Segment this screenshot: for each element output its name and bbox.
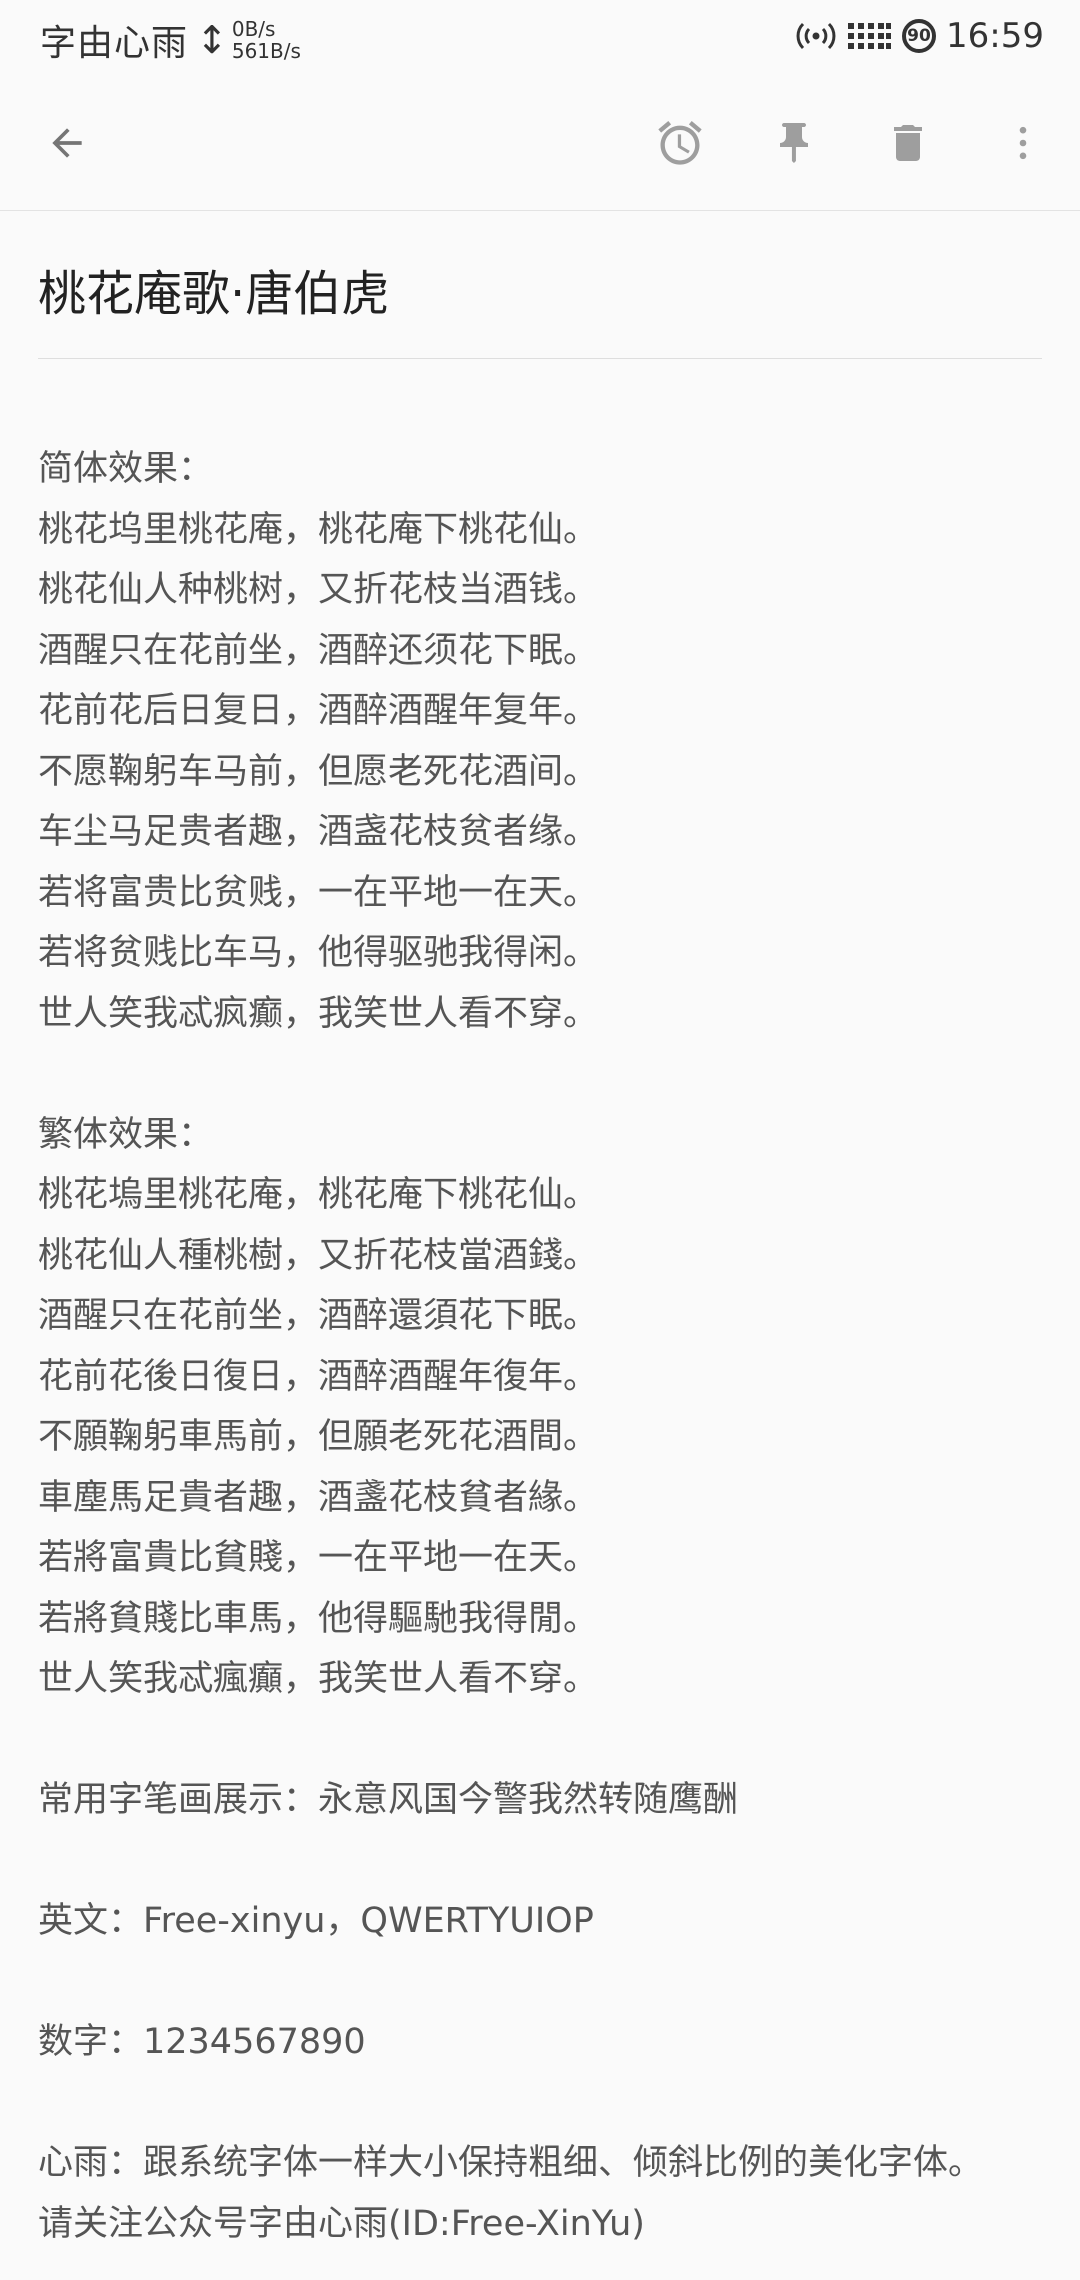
battery-icon: 90 — [902, 19, 937, 53]
status-clock: 16:59 — [946, 16, 1044, 56]
note-toolbar — [0, 80, 1080, 211]
title-divider — [38, 358, 1042, 359]
status-bar: 字由心雨 ↕ 0B/s 561B/s 90 16:59 — [0, 0, 1080, 80]
poem-line: 桃花塢里桃花庵，桃花庵下桃花仙。 — [38, 1175, 599, 1215]
trash-icon — [884, 119, 932, 171]
hotspot-icon — [796, 18, 836, 54]
note-title[interactable]: 桃花庵歌·唐伯虎 — [38, 262, 1042, 326]
status-bar-left: 字由心雨 ↕ 0B/s 561B/s — [40, 14, 301, 66]
poem-line: 若将贫贱比车马，他得驱驰我得闲。 — [38, 933, 599, 973]
poem-line: 世人笑我忒瘋癲，我笑世人看不穿。 — [38, 1659, 599, 1699]
network-activity-icon: ↕ — [196, 18, 228, 62]
poem-line: 若將富貴比貧賤，一在平地一在天。 — [38, 1538, 599, 1578]
english-line: 英文：Free-xinyu，QWERTYUIOP — [38, 1901, 594, 1941]
arrow-left-icon — [45, 121, 89, 169]
poem-line: 桃花坞里桃花庵，桃花庵下桃花仙。 — [38, 509, 599, 550]
more-vertical-icon — [1001, 121, 1045, 169]
carrier-name: 字由心雨 — [40, 23, 189, 64]
footer-line: 请关注公众号字由心雨(ID:Free-XinYu) — [38, 2203, 645, 2244]
simplified-header: 简体效果： — [38, 449, 214, 489]
alarm-clock-icon — [654, 117, 706, 173]
net-up-speed: 0B/s — [231, 17, 276, 41]
status-bar-right: 90 16:59 — [796, 16, 1044, 56]
poem-line: 花前花後日復日，酒醉酒醒年復年。 — [38, 1356, 599, 1397]
poem-line: 桃花仙人種桃樹，又折花枝當酒錢。 — [38, 1235, 599, 1276]
poem-line: 酒醒只在花前坐，酒醉還須花下眠。 — [38, 1296, 599, 1336]
network-speed: 0B/s 561B/s — [232, 18, 301, 62]
poem-line: 車塵馬足貴者趣，酒盞花枝貧者緣。 — [38, 1477, 599, 1518]
poem-line: 花前花后日复日，酒醉酒醒年复年。 — [38, 691, 599, 731]
poem-line: 不愿鞠躬车马前，但愿老死花酒间。 — [38, 751, 599, 792]
poem-line: 若将富贵比贫贱，一在平地一在天。 — [38, 872, 599, 913]
net-down-speed: 561B/s — [231, 39, 301, 63]
back-button[interactable] — [32, 110, 102, 180]
traditional-header: 繁体效果： — [38, 1114, 214, 1155]
strokes-line: 常用字笔画展示：永意风国今警我然转随鹰酬 — [38, 1780, 739, 1820]
digits-line: 数字：1234567890 — [38, 2022, 366, 2062]
poem-line: 车尘马足贵者趣，酒盏花枝贫者缘。 — [38, 812, 599, 852]
reminder-button[interactable] — [645, 110, 715, 180]
note-content: 桃花庵歌·唐伯虎 简体效果： 桃花坞里桃花庵，桃花庵下桃花仙。 桃花仙人种桃树，… — [38, 210, 1042, 2254]
poem-line: 若將貧賤比車馬，他得驅馳我得閒。 — [38, 1598, 599, 1639]
pin-icon — [770, 119, 818, 171]
note-body[interactable]: 简体效果： 桃花坞里桃花庵，桃花庵下桃花仙。 桃花仙人种桃树，又折花枝当酒钱。 … — [38, 439, 1042, 2254]
poem-line: 不願鞠躬車馬前，但願老死花酒間。 — [38, 1417, 599, 1457]
signal-dots-icon — [846, 18, 892, 54]
poem-line: 酒醒只在花前坐，酒醉还须花下眠。 — [38, 630, 599, 671]
poem-line: 桃花仙人种桃树，又折花枝当酒钱。 — [38, 570, 599, 610]
delete-button[interactable] — [873, 110, 943, 180]
more-options-button[interactable] — [988, 110, 1058, 180]
poem-line: 世人笑我忒疯癫，我笑世人看不穿。 — [38, 993, 599, 1034]
footer-line: 心雨：跟系统字体一样大小保持粗细、倾斜比例的美化字体。 — [38, 2143, 984, 2183]
pin-button[interactable] — [759, 110, 829, 180]
